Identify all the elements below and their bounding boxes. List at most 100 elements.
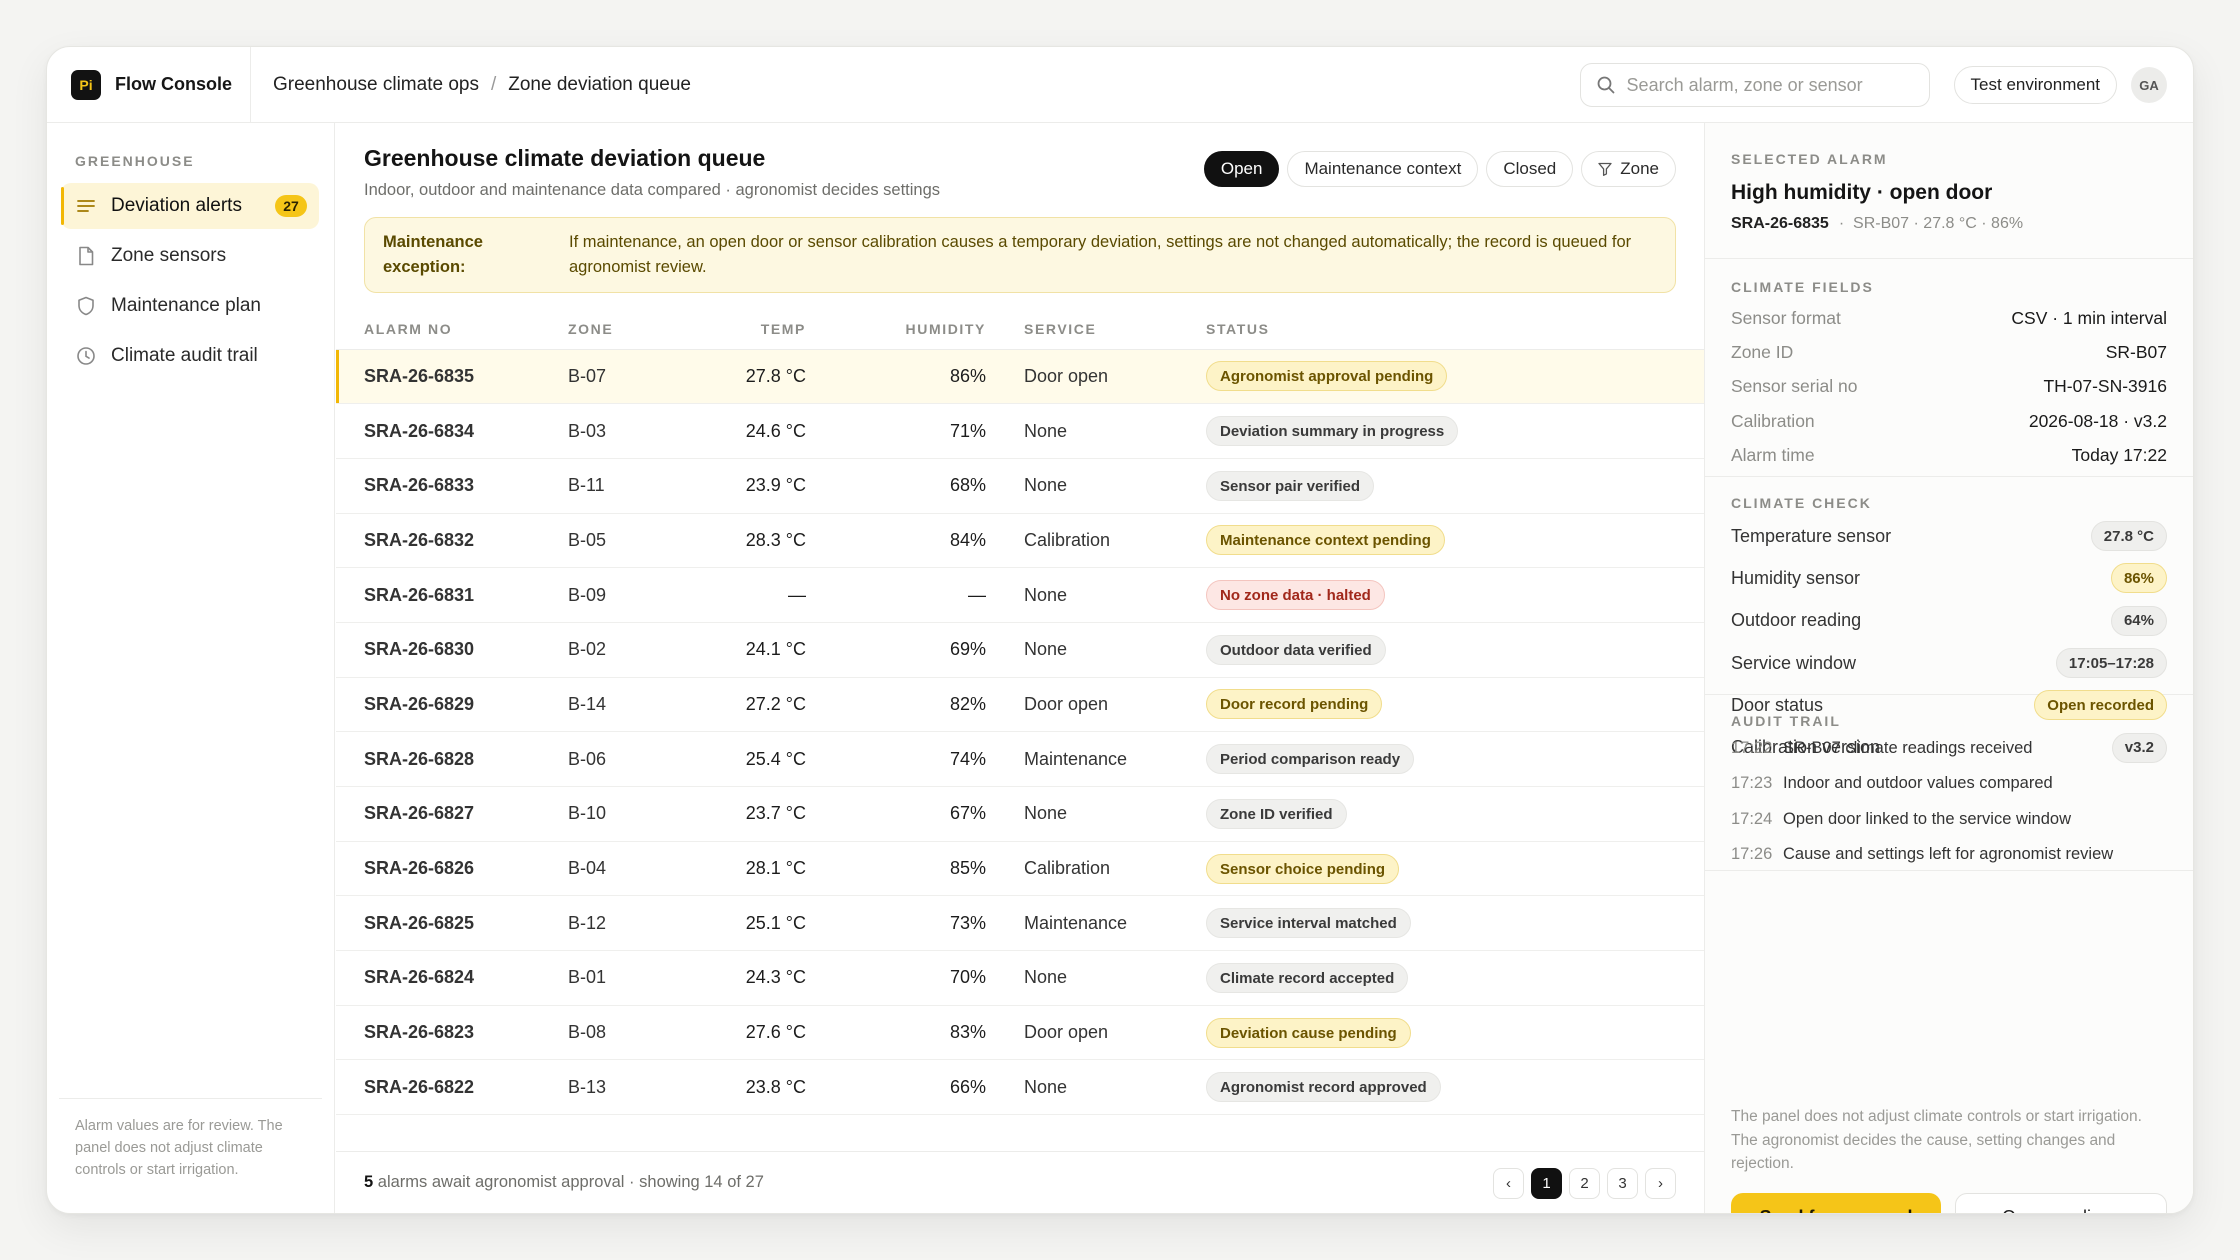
zone-cell: B-01: [568, 950, 718, 1006]
temp-cell: 27.6 °C: [718, 1005, 806, 1061]
pending-count: 5: [364, 1173, 374, 1191]
table-row[interactable]: SRA-26-6833 B-11 23.9 °C 68% None Sensor pair…: [336, 458, 1704, 514]
table-row[interactable]: SRA-26-6826 B-04 28.1 °C 85% Calibration Sens…: [336, 841, 1704, 897]
zone-cell: B-08: [568, 1005, 718, 1061]
status-badge: Period comparison ready: [1206, 744, 1415, 775]
climate-check-row: Temperature sensor 27.8 °C: [1731, 515, 2167, 557]
column-header-alarm-no[interactable]: ALARM NO: [336, 309, 568, 350]
detail-disclaimer: The panel does not adjust climate contro…: [1731, 1108, 2142, 1172]
humidity-cell: 66%: [806, 1059, 986, 1116]
page-3-button[interactable]: 3: [1607, 1168, 1638, 1199]
list-icon: [75, 195, 97, 217]
alarm-no-cell: SRA-26-6829: [336, 677, 568, 733]
status-cell: Door record pending: [1206, 677, 1704, 733]
next-page-button[interactable]: ›: [1645, 1168, 1676, 1199]
table-row[interactable]: SRA-26-6834 B-03 24.6 °C 71% None Deviation s…: [336, 403, 1704, 459]
service-cell: None: [986, 786, 1206, 842]
humidity-cell: 84%: [806, 513, 986, 569]
filter-closed[interactable]: Closed: [1486, 151, 1574, 187]
alarm-no-cell: SRA-26-6831: [336, 567, 568, 623]
status-badge: Deviation cause pending: [1206, 1017, 1411, 1048]
sidebar-item-zone-sensors[interactable]: Zone sensors: [61, 233, 319, 279]
sidebar-item-maintenance-plan[interactable]: Maintenance plan: [61, 283, 319, 329]
temp-cell: 24.1 °C: [718, 622, 806, 678]
deviation-table: ALARM NO ZONE TEMP HUMIDITY SERVICE STAT…: [336, 309, 1704, 1116]
column-header-service[interactable]: SERVICE: [986, 309, 1206, 350]
alarm-no-cell: SRA-26-6830: [336, 622, 568, 678]
table-row[interactable]: SRA-26-6827 B-10 23.7 °C 67% None Zone ID ver…: [336, 786, 1704, 842]
service-cell: Door open: [986, 677, 1206, 733]
alarm-no-cell: SRA-26-6825: [336, 895, 568, 952]
breadcrumb-separator: /: [490, 73, 497, 95]
alarm-no-cell: SRA-26-6834: [336, 403, 568, 459]
filter-zone[interactable]: Zone: [1581, 151, 1676, 187]
notice-label: Maintenance exception:: [383, 233, 483, 276]
table-row[interactable]: SRA-26-6822 B-13 23.8 °C 66% None Agronomist …: [336, 1059, 1704, 1116]
service-cell: Door open: [986, 1005, 1206, 1061]
page-2-button[interactable]: 2: [1569, 1168, 1600, 1199]
sidebar-item-deviation-alerts[interactable]: Deviation alerts 27: [61, 183, 319, 229]
table-row[interactable]: SRA-26-6835 B-07 27.8 °C 86% Door open Agrono…: [336, 349, 1704, 405]
table-row[interactable]: SRA-26-6830 B-02 24.1 °C 69% None Outdoor dat…: [336, 622, 1704, 678]
avatar[interactable]: GA: [2131, 67, 2167, 103]
humidity-cell: 82%: [806, 677, 986, 733]
status-cell: Sensor pair verified: [1206, 458, 1704, 514]
alarm-no-cell: SRA-26-6824: [336, 950, 568, 1006]
field-key: Calibration: [1731, 410, 1815, 431]
send-for-approval-button[interactable]: Send for approval: [1731, 1193, 1941, 1213]
search-box[interactable]: [1579, 63, 1930, 107]
sidebar-section-title: GREENHOUSE: [75, 153, 195, 169]
column-header-zone[interactable]: ZONE: [568, 309, 718, 350]
environment-button[interactable]: Test environment: [1953, 66, 2117, 104]
open-readings-button[interactable]: Open readings: [1955, 1193, 2167, 1213]
service-cell: Calibration: [986, 513, 1206, 569]
table-header-row: ALARM NO ZONE TEMP HUMIDITY SERVICE STAT…: [336, 309, 1704, 350]
table-row[interactable]: SRA-26-6829 B-14 27.2 °C 82% Door open Door r…: [336, 677, 1704, 733]
climate-check-row: Outdoor reading 64%: [1731, 600, 2167, 642]
column-header-status[interactable]: STATUS: [1206, 309, 1704, 350]
zone-cell: B-11: [568, 458, 718, 514]
table-row[interactable]: SRA-26-6831 B-09— — None No zone data · halt…: [336, 567, 1704, 623]
field-row: Sensor format CSV · 1 min interval: [1731, 301, 2167, 335]
audit-trail-label: AUDIT TRAIL: [1731, 713, 1841, 729]
sidebar-item-climate-audit-trail[interactable]: Climate audit trail: [61, 333, 319, 379]
field-key: Alarm time: [1731, 444, 1815, 465]
breadcrumb-root[interactable]: Greenhouse climate ops: [273, 74, 479, 96]
selected-alarm-title: High humidity · open door: [1731, 181, 1993, 204]
table-row[interactable]: SRA-26-6823 B-08 27.6 °C 83% Door open Deviat…: [336, 1005, 1704, 1061]
field-value: CSV · 1 min interval: [2011, 307, 2167, 328]
filter-maintenance-context[interactable]: Maintenance context: [1287, 151, 1479, 187]
column-header-humidity[interactable]: HUMIDITY: [806, 309, 986, 350]
climate-check-section: CLIMATE CHECK Temperature sensor 27.8 °C H…: [1705, 477, 2193, 763]
check-value-badge: 86%: [2110, 563, 2167, 594]
prev-page-button[interactable]: ‹: [1493, 1168, 1524, 1199]
filter-zone-label: Zone: [1620, 159, 1659, 178]
table-row[interactable]: SRA-26-6828 B-06 25.4 °C 74% Maintenance Peri…: [336, 731, 1704, 787]
app-logo: Pi: [71, 69, 101, 100]
table-row[interactable]: SRA-26-6825 B-12 25.1 °C 73% Maintenance Serv…: [336, 895, 1704, 952]
check-value-badge: 17:05–17:28: [2055, 648, 2167, 679]
humidity-cell: 68%: [806, 458, 986, 514]
table-row[interactable]: SRA-26-6824 B-01 24.3 °C 70% None Climate rec…: [336, 950, 1704, 1006]
filter-open[interactable]: Open: [1203, 151, 1280, 187]
table-row[interactable]: SRA-26-6832 B-05 28.3 °C 84% Calibration Main…: [336, 513, 1704, 569]
search-input[interactable]: [1626, 74, 1917, 96]
field-row: Calibration 2026-08-18 · v3.2: [1731, 404, 2167, 438]
page-1-button[interactable]: 1: [1531, 1168, 1562, 1199]
detail-panel: SELECTED ALARM High humidity · open door…: [1704, 123, 2193, 1213]
service-cell: Calibration: [986, 841, 1206, 897]
sidebar: GREENHOUSE Deviation alerts 27 Zone sens…: [47, 123, 335, 1213]
maintenance-exception-notice: Maintenance exception: If maintenance, a…: [364, 217, 1676, 293]
column-header-temp[interactable]: TEMP: [718, 309, 806, 350]
humidity-cell: 73%: [806, 895, 986, 952]
humidity-cell: 70%: [806, 950, 986, 1006]
status-badge: No zone data · halted: [1206, 580, 1385, 611]
service-cell: Maintenance: [986, 895, 1206, 952]
check-value-badge: 64%: [2110, 605, 2167, 636]
field-key: Sensor serial no: [1731, 376, 1858, 397]
brand[interactable]: Pi Flow Console: [47, 47, 251, 122]
field-row: Sensor serial no TH-07-SN-3916: [1731, 370, 2167, 404]
status-cell: Sensor choice pending: [1206, 841, 1704, 897]
temp-cell: 25.4 °C: [718, 731, 806, 787]
service-cell: Door open: [986, 349, 1206, 405]
